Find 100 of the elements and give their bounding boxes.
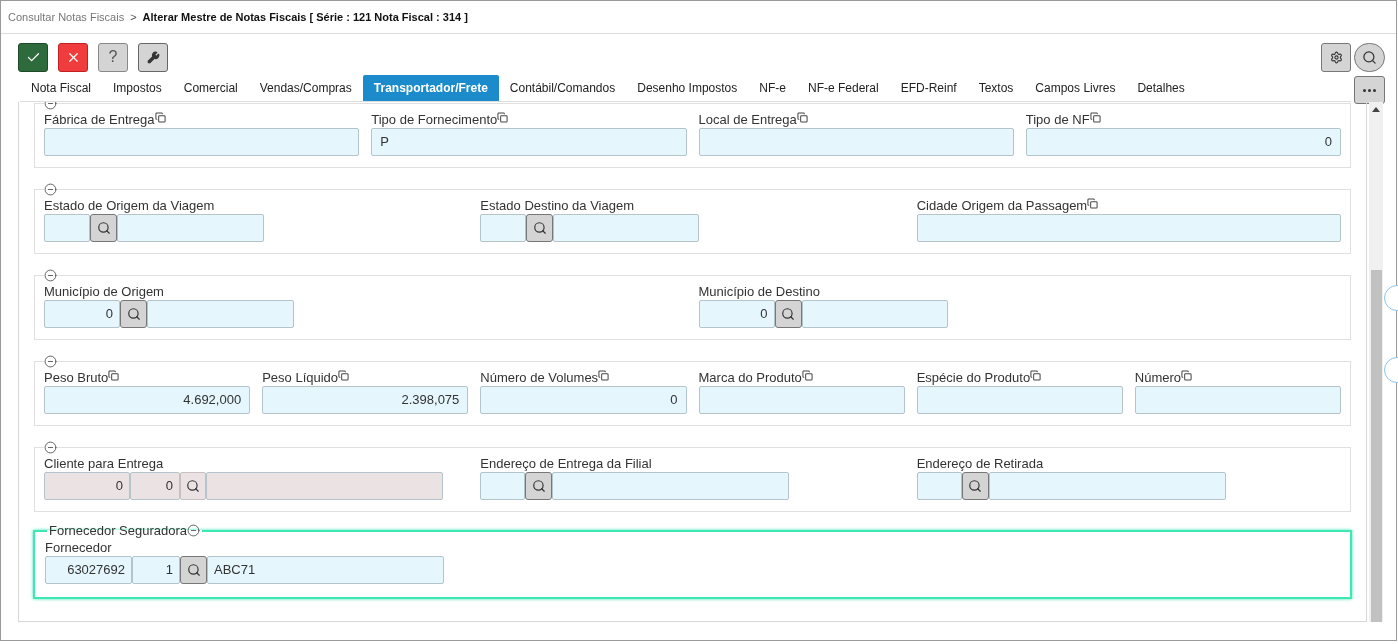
field-label: Local de Entrega: [698, 112, 797, 127]
field-label: Tipo de NF: [1025, 112, 1090, 127]
copy-icon[interactable]: [1089, 112, 1101, 123]
copy-icon[interactable]: [497, 112, 509, 123]
search-icon: [186, 563, 201, 577]
description-field[interactable]: [988, 472, 1226, 500]
page-title: Alterar Mestre de Notas Fiscais [ Série : 121 Nota Fiscal : 314 ]: [142, 9, 468, 25]
breadcrumb-link[interactable]: Consultar Notas Fiscais: [8, 8, 125, 26]
field-label: Número de Volumes: [480, 370, 599, 385]
tab[interactable]: NF-e Federal: [796, 75, 890, 101]
description-field[interactable]: [552, 472, 790, 500]
description-field[interactable]: [206, 472, 443, 500]
tab[interactable]: Nota Fiscal: [20, 75, 103, 101]
collapse-icon[interactable]: [44, 355, 57, 368]
field-label: Espécie do Produto: [916, 370, 1031, 385]
scrollbar[interactable]: [1369, 102, 1383, 622]
text-field[interactable]: [44, 128, 360, 156]
tab[interactable]: Desenho Impostos: [626, 75, 749, 101]
confirm-button[interactable]: [18, 42, 48, 72]
field-label: Município de Origem: [44, 284, 164, 299]
tools-button[interactable]: [138, 42, 168, 72]
description-field[interactable]: [553, 214, 700, 242]
collapse-icon[interactable]: [187, 524, 201, 537]
copy-icon[interactable]: [338, 370, 350, 381]
description-field[interactable]: [147, 300, 294, 328]
code-field[interactable]: 63027692: [45, 556, 132, 584]
section-title: Fornecedor Seguradora: [49, 523, 188, 538]
field-label: Estado de Origem da Viagem: [44, 198, 215, 213]
text-field[interactable]: 4.692,000: [44, 386, 251, 414]
scroll-up-icon[interactable]: [1372, 106, 1380, 112]
copy-icon[interactable]: [598, 370, 610, 381]
search-button[interactable]: [120, 300, 147, 328]
tab[interactable]: Impostos: [102, 75, 173, 101]
help-button[interactable]: ?: [98, 42, 128, 72]
tab[interactable]: Campos Livres: [1024, 75, 1127, 101]
code-field[interactable]: [480, 214, 527, 242]
copy-icon[interactable]: [108, 370, 120, 381]
text-field[interactable]: P: [371, 128, 687, 156]
search-icon: [126, 307, 141, 321]
search-button[interactable]: [526, 214, 554, 242]
copy-icon[interactable]: [1030, 370, 1042, 381]
tab[interactable]: Contábil/Comandos: [498, 75, 627, 101]
collapse-icon[interactable]: [44, 269, 57, 282]
field-label: Endereço de Entrega da Filial: [480, 456, 652, 471]
copy-icon[interactable]: [796, 112, 808, 123]
search-button[interactable]: [180, 472, 206, 500]
copy-icon[interactable]: [1181, 370, 1193, 381]
tab[interactable]: Vendas/Compras: [248, 75, 363, 101]
search-button[interactable]: [774, 300, 802, 328]
text-field[interactable]: [698, 386, 905, 414]
code-field[interactable]: [44, 214, 90, 242]
field-label: Número: [1134, 370, 1182, 385]
tab[interactable]: NF-e: [748, 75, 797, 101]
settings-icon: [1329, 50, 1343, 64]
more-button[interactable]: [1354, 76, 1385, 104]
collapse-icon[interactable]: [44, 183, 57, 196]
field-label: Peso Líquido: [262, 370, 339, 385]
search-icon: [531, 479, 546, 493]
search-icon: [96, 221, 111, 235]
description-field[interactable]: [117, 214, 264, 242]
tab[interactable]: Comercial: [172, 75, 249, 101]
text-field[interactable]: [916, 386, 1123, 414]
field-label: Marca do Produto: [698, 370, 802, 385]
more-icon: [1363, 88, 1376, 92]
copy-icon[interactable]: [1087, 198, 1099, 209]
scrollbar-thumb[interactable]: [1370, 270, 1382, 622]
copy-icon[interactable]: [801, 370, 813, 381]
search-button[interactable]: [525, 472, 553, 500]
code-field[interactable]: 0: [44, 300, 120, 328]
search-button[interactable]: [90, 214, 117, 242]
text-field[interactable]: 2.398,075: [262, 386, 469, 414]
text-field[interactable]: 0: [480, 386, 687, 414]
text-field[interactable]: [1134, 386, 1341, 414]
search-icon: [781, 307, 795, 321]
text-field[interactable]: 0: [1025, 128, 1341, 156]
tab[interactable]: Textos: [967, 75, 1025, 101]
tab[interactable]: Transportador/Frete: [362, 75, 499, 101]
code-field[interactable]: 0: [698, 300, 775, 328]
collapse-icon[interactable]: [44, 441, 57, 454]
code-field[interactable]: 1: [132, 556, 180, 584]
copy-icon[interactable]: [154, 112, 166, 123]
cancel-button[interactable]: [58, 42, 88, 72]
tab[interactable]: Detalhes: [1126, 75, 1196, 101]
text-field[interactable]: [916, 214, 1341, 242]
search-icon: [968, 479, 983, 493]
search-button[interactable]: [1354, 42, 1385, 72]
code-field[interactable]: [916, 472, 962, 500]
tab[interactable]: EFD-Reinf: [889, 75, 968, 101]
search-button[interactable]: [961, 472, 989, 500]
code-field[interactable]: [480, 472, 526, 500]
field-label: Fábrica de Entrega: [44, 112, 155, 127]
search-icon: [1362, 49, 1377, 65]
field-label: Município de Destino: [698, 284, 820, 299]
search-button[interactable]: [180, 556, 207, 584]
description-field[interactable]: ABC71: [207, 556, 444, 584]
field-label: Estado Destino da Viagem: [480, 198, 635, 213]
description-field[interactable]: [801, 300, 948, 328]
field-label: Cidade Origem da Passagem: [916, 198, 1088, 213]
settings-button[interactable]: [1321, 42, 1351, 72]
text-field[interactable]: [698, 128, 1014, 156]
